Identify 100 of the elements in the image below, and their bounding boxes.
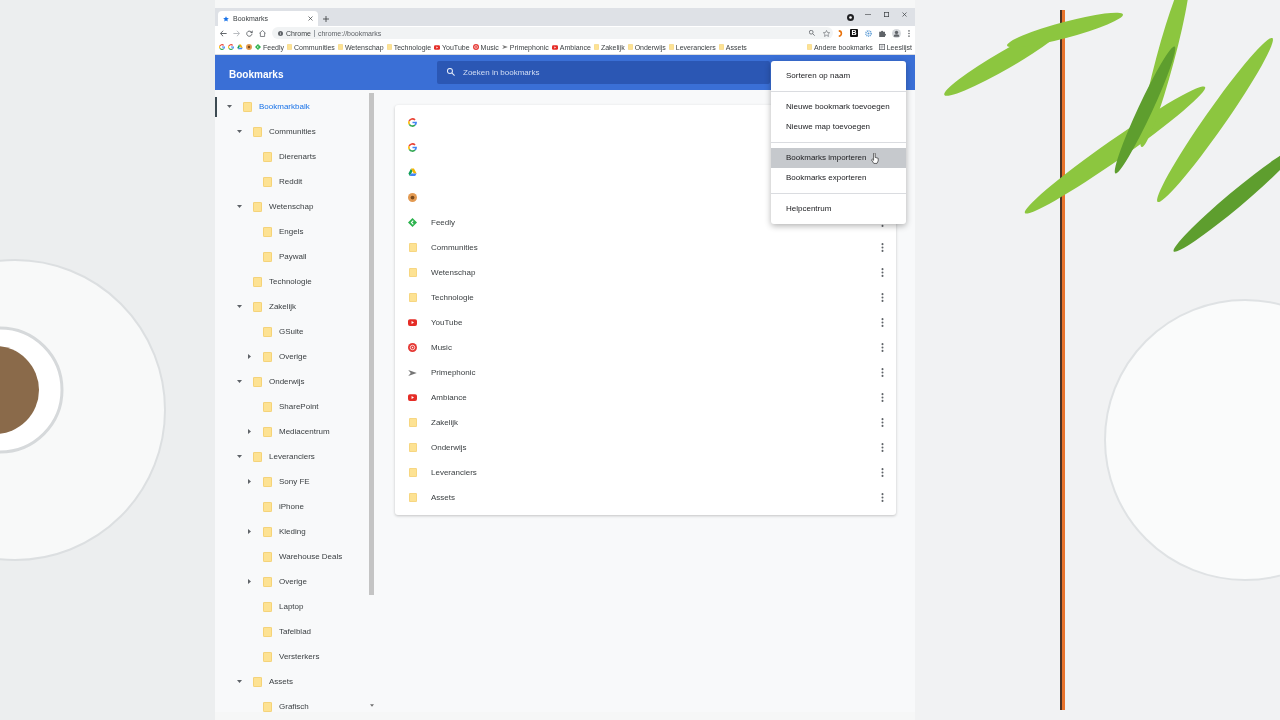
g-logo-icon[interactable]	[219, 44, 225, 50]
round-badge-icon[interactable]	[408, 193, 417, 202]
menu-item[interactable]: Nieuwe bookmark toevoegen	[771, 97, 906, 117]
info-icon[interactable]	[278, 30, 283, 36]
bookmark-title[interactable]: Ambiance	[431, 392, 467, 403]
folder-icon	[287, 44, 292, 50]
folder-label[interactable]: Sony FE	[279, 476, 310, 487]
folder-label[interactable]: Overige	[279, 576, 307, 587]
more-options-icon[interactable]	[881, 493, 884, 502]
home-icon[interactable]	[259, 29, 266, 37]
new-tab-icon[interactable]	[323, 15, 329, 22]
more-options-icon[interactable]	[881, 368, 884, 377]
curve-icon[interactable]	[837, 29, 843, 37]
menu-item[interactable]: Helpcentrum	[771, 199, 906, 219]
folder-label[interactable]: Grafisch	[279, 701, 309, 712]
back-arrow-icon[interactable]	[220, 29, 227, 37]
bookmark-title[interactable]: Technologie	[431, 292, 474, 303]
bookmark-title[interactable]: YouTube	[431, 317, 463, 328]
caret-right-icon[interactable]	[247, 429, 251, 434]
folder-icon	[263, 601, 272, 612]
round-badge-icon[interactable]	[246, 44, 252, 50]
bookmark-title[interactable]: Assets	[431, 492, 455, 503]
menu-item[interactable]: Sorteren op naam	[771, 66, 906, 86]
folder-icon	[593, 44, 599, 50]
bookmark-title[interactable]: Feedly	[431, 217, 455, 228]
bookmark-title[interactable]: Primephonic	[431, 367, 476, 378]
bookmark-title[interactable]: Communities	[431, 242, 478, 253]
bookmark-title[interactable]: Music	[431, 342, 452, 353]
search-icon[interactable]	[809, 30, 815, 36]
g-logo-icon[interactable]	[408, 118, 417, 127]
folder-label[interactable]: Bookmarkbalk	[259, 101, 310, 112]
bookmark-title[interactable]: Onderwijs	[431, 442, 467, 453]
bookmark-title[interactable]: Wetenschap	[431, 267, 476, 278]
folder-label[interactable]: Communities	[269, 126, 316, 137]
folder-label[interactable]: Engels	[279, 226, 304, 237]
caret-down-icon[interactable]	[236, 130, 242, 133]
g-logo-icon[interactable]	[228, 44, 234, 50]
more-options-icon[interactable]	[881, 418, 884, 427]
search-field[interactable]: Zoeken in bookmarks	[437, 61, 770, 84]
folder-label[interactable]: Overige	[279, 351, 307, 362]
folder-icon	[253, 301, 262, 312]
caret-right-icon[interactable]	[247, 479, 251, 484]
folder-label[interactable]: Kleding	[279, 526, 306, 537]
scroll-down-arrow-icon[interactable]	[369, 704, 374, 707]
folder-label[interactable]: Warehouse Deals	[279, 551, 343, 562]
more-options-icon[interactable]	[881, 343, 884, 352]
folder-label[interactable]: Paywall	[279, 251, 307, 262]
folder-icon	[253, 126, 262, 137]
menu-item[interactable]: Nieuwe map toevoegen	[771, 117, 906, 137]
folder-label[interactable]: Versterkers	[279, 651, 320, 662]
more-options-icon[interactable]	[881, 243, 884, 252]
caret-down-icon[interactable]	[236, 680, 242, 683]
folder-label[interactable]: Zakelijk	[269, 301, 297, 312]
g-logo-icon[interactable]	[408, 143, 417, 152]
reload-icon[interactable]	[246, 29, 253, 37]
folder-label[interactable]: SharePoint	[279, 401, 319, 412]
avatar-icon[interactable]	[891, 28, 901, 38]
close-icon[interactable]	[901, 11, 907, 17]
more-options-icon[interactable]	[881, 393, 884, 402]
scrollbar-thumb[interactable]	[369, 93, 374, 595]
puzzle-icon[interactable]	[878, 29, 886, 37]
folder-label[interactable]: Laptop	[279, 601, 304, 612]
caret-down-icon[interactable]	[236, 380, 242, 383]
gear-icon[interactable]	[864, 29, 872, 37]
folder-label[interactable]: Technologie	[269, 276, 312, 287]
more-options-icon[interactable]	[881, 268, 884, 277]
triangle-logo-icon[interactable]	[408, 168, 417, 177]
more-options-icon[interactable]	[881, 468, 884, 477]
caret-down-icon[interactable]	[226, 105, 232, 108]
circle-dot-icon[interactable]	[846, 13, 854, 21]
bookmark-title[interactable]: Leveranciers	[431, 467, 477, 478]
menu-item[interactable]: Bookmarks exporteren	[771, 168, 906, 188]
caret-right-icon[interactable]	[247, 354, 251, 359]
folder-label[interactable]: Leveranciers	[269, 451, 315, 462]
star-icon[interactable]	[822, 29, 830, 37]
arrow-logo-icon	[501, 45, 508, 49]
folder-icon	[263, 426, 272, 437]
minimize-icon[interactable]	[865, 13, 871, 15]
caret-down-icon[interactable]	[236, 455, 242, 458]
caret-down-icon[interactable]	[236, 205, 242, 208]
more-options-icon[interactable]	[881, 443, 884, 452]
folder-label[interactable]: Reddit	[279, 176, 303, 187]
folder-label[interactable]: Mediacentrum	[279, 426, 330, 437]
caret-down-icon[interactable]	[236, 305, 242, 308]
bookmark-title[interactable]: Zakelijk	[431, 417, 459, 428]
menu-item[interactable]: Bookmarks importeren	[771, 148, 906, 168]
more-options-icon[interactable]	[881, 293, 884, 302]
close-tab-icon[interactable]	[308, 16, 313, 21]
folder-label[interactable]: iPhone	[279, 501, 304, 512]
maximize-icon[interactable]	[883, 11, 889, 17]
folder-label[interactable]: Dierenarts	[279, 151, 316, 162]
caret-right-icon[interactable]	[247, 579, 251, 584]
caret-right-icon[interactable]	[247, 529, 251, 534]
more-options-icon[interactable]	[881, 318, 884, 327]
folder-label[interactable]: Tafelblad	[279, 626, 312, 637]
folder-label[interactable]: GSuite	[279, 326, 304, 337]
folder-label[interactable]: Assets	[269, 676, 293, 687]
folder-label[interactable]: Wetenschap	[269, 201, 314, 212]
folder-label[interactable]: Onderwijs	[269, 376, 305, 387]
triangle-logo-icon[interactable]	[237, 44, 243, 50]
